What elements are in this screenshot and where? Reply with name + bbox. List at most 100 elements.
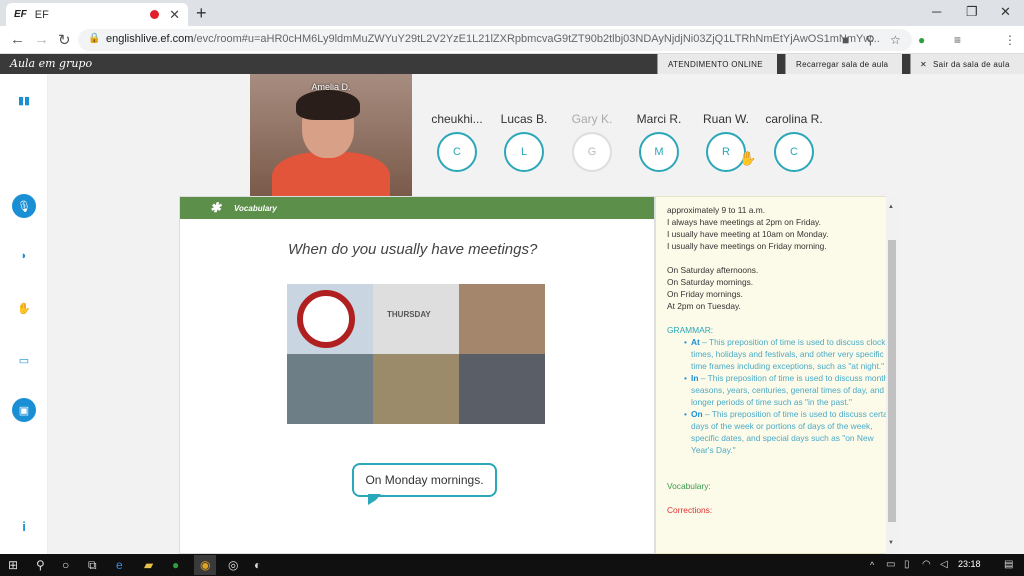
leave-room-label: Sair da sala de aula (933, 59, 1010, 69)
note-line: I usually have meetings on Friday mornin… (667, 241, 827, 251)
app-header: Aula em grupo ATENDIMENTO ONLINE Recarre… (0, 54, 1024, 74)
teacher-name: Amelia D. (311, 82, 351, 92)
participant-name: cheukhi... (431, 112, 483, 126)
new-tab-button[interactable]: + (196, 3, 207, 24)
wifi-icon[interactable]: ◠ (922, 559, 931, 570)
participant-name: Ruan W. (702, 112, 750, 126)
participant-name: carolina R. (765, 112, 823, 126)
laptop-image (287, 354, 373, 424)
evernote-icon[interactable]: ● (918, 33, 925, 47)
browser-tab[interactable]: EF EF ✕ (6, 3, 188, 26)
chrome-taskbar-icon[interactable]: ◉ (194, 555, 217, 575)
sidebar: ▮▮ 🎙 ◗ ✋ ▭ ▣ i (0, 74, 48, 554)
note-line: I usually have meeting at 10am on Monday… (667, 229, 829, 239)
maximize-button[interactable]: ❐ (966, 4, 978, 20)
edge-icon[interactable]: e (116, 558, 123, 572)
reload-room-button[interactable]: Recarregar sala de aula (785, 54, 902, 74)
online-support-button[interactable]: ATENDIMENTO ONLINE (657, 54, 777, 74)
hand-icon[interactable]: ✋ (12, 296, 36, 320)
leave-room-button[interactable]: ✕ Sair da sala de aula (910, 54, 1024, 74)
volume-icon[interactable]: ◁ (940, 559, 948, 570)
star-icon[interactable]: ☆ (890, 33, 901, 47)
info-icon[interactable]: i (12, 514, 36, 538)
team-image (373, 354, 459, 424)
browser-tab-strip: EF EF ✕ + ─ ❐ ✕ (0, 0, 1024, 26)
address-bar-row: ← → ↻ 🔒 englishlive.ef.com/evc/room#u=aH… (0, 26, 1024, 75)
chat-icon[interactable]: ▭ (12, 348, 36, 372)
screen-icon[interactable]: ▣ (12, 398, 36, 422)
close-tab-icon[interactable]: ✕ (169, 7, 180, 23)
menu-icon[interactable]: ⋮ (1004, 33, 1016, 47)
participant-name: Lucas B. (500, 112, 548, 126)
scroll-down-icon[interactable]: ▼ (888, 540, 894, 546)
url-host: englishlive.ef.com (106, 33, 194, 45)
note-line: On Friday mornings. (667, 289, 743, 299)
scroll-up-icon[interactable]: ▲ (888, 204, 894, 210)
participant-avatar: C (437, 132, 477, 172)
corrections-heading: Corrections: (667, 505, 713, 515)
file-explorer-icon[interactable]: ▰ (144, 558, 153, 572)
media-icon[interactable]: ≡ (954, 33, 961, 47)
note-line: At 2pm on Tuesday. (667, 301, 741, 311)
raised-hand-icon: ✋ (739, 150, 757, 166)
puzzle-icon: ✱ (210, 200, 221, 215)
participant-avatar: G (572, 132, 612, 172)
cortana-icon[interactable]: ○ (62, 558, 69, 572)
meeting-image (459, 284, 545, 354)
ear-icon[interactable]: ◗ (12, 244, 36, 268)
url-input[interactable]: 🔒 englishlive.ef.com/evc/room#u=aHR0cHM6… (78, 29, 912, 51)
participant-item[interactable]: Marci R. M (624, 112, 694, 172)
scrollbar-thumb[interactable] (888, 240, 896, 522)
grammar-list: At – This preposition of time is used to… (667, 336, 897, 456)
zoom-icon[interactable]: ⚲ (866, 33, 875, 47)
note-line: I always have meetings at 2pm on Friday. (667, 217, 821, 227)
grammar-item: On – This preposition of time is used to… (684, 408, 897, 456)
answer-bubble: On Monday mornings. (352, 463, 497, 505)
participant-avatar: L (504, 132, 544, 172)
ef-favicon: EF (14, 9, 27, 20)
teacher-video: Amelia D. (250, 74, 412, 196)
recording-icon (150, 10, 160, 19)
grammar-item: In – This preposition of time is used to… (684, 372, 897, 408)
recorder-icon[interactable]: ◐ (254, 558, 261, 572)
url-path: /evc/room#u=aHR0cHM6Ly9ldmMuZWYuY29tL2V2… (193, 33, 880, 45)
slide-header-label: Vocabulary (234, 203, 277, 213)
back-icon[interactable]: ← (10, 31, 25, 48)
participant-item[interactable]: Gary K. G (557, 112, 627, 172)
search-icon[interactable]: ⚲ (36, 558, 45, 572)
participant-avatar: C (774, 132, 814, 172)
evernote-taskbar-icon[interactable]: ● (172, 558, 179, 572)
participant-item[interactable]: Lucas B. L (489, 112, 559, 172)
note-line: On Saturday afternoons. (667, 265, 759, 275)
participant-name: Marci R. (636, 112, 682, 126)
microphone-icon[interactable]: 🎙 (12, 194, 36, 218)
tray-chevron-icon[interactable]: ^ (870, 560, 874, 570)
handshake-image (459, 354, 545, 424)
notifications-icon[interactable]: ▤ (1004, 559, 1013, 570)
clock-image (287, 284, 373, 354)
camera-icon[interactable]: ■ (842, 33, 849, 47)
participant-item[interactable]: cheukhi... C (422, 112, 492, 172)
minimize-button[interactable]: ─ (932, 4, 941, 19)
reload-icon[interactable]: ↻ (58, 31, 71, 49)
network-icon[interactable]: ▭ (886, 559, 895, 570)
close-window-button[interactable]: ✕ (1000, 4, 1011, 20)
forward-icon[interactable]: → (34, 31, 49, 48)
slide-question: When do you usually have meetings? (288, 241, 538, 258)
note-line: approximately 9 to 11 a.m. (667, 205, 766, 215)
participant-avatar: M (639, 132, 679, 172)
battery-icon[interactable]: ▯ (904, 559, 910, 570)
participant-item[interactable]: carolina R. C (759, 112, 829, 172)
calendar-word: THURSDAY (387, 310, 431, 319)
app-icon[interactable]: ◎ (228, 558, 238, 572)
task-view-icon[interactable]: ⧉ (88, 558, 97, 573)
system-clock[interactable]: 23:18 (958, 559, 981, 569)
slide-image-collage: THURSDAY (287, 284, 545, 424)
participant-name: Gary K. (571, 112, 613, 126)
tab-title: EF (34, 8, 49, 21)
windows-start-icon[interactable]: ⊞ (8, 558, 18, 572)
notes-scrollbar[interactable]: ▲ ▼ (886, 196, 898, 554)
stats-icon[interactable]: ▮▮ (12, 88, 36, 112)
grammar-heading: GRAMMAR: (667, 325, 714, 335)
windows-taskbar: ⊞ ⚲ ○ ⧉ e ▰ ● ◉ ◎ ◐ ^ ▭ ▯ ◠ ◁ 23:18 ▤ (0, 554, 1024, 576)
